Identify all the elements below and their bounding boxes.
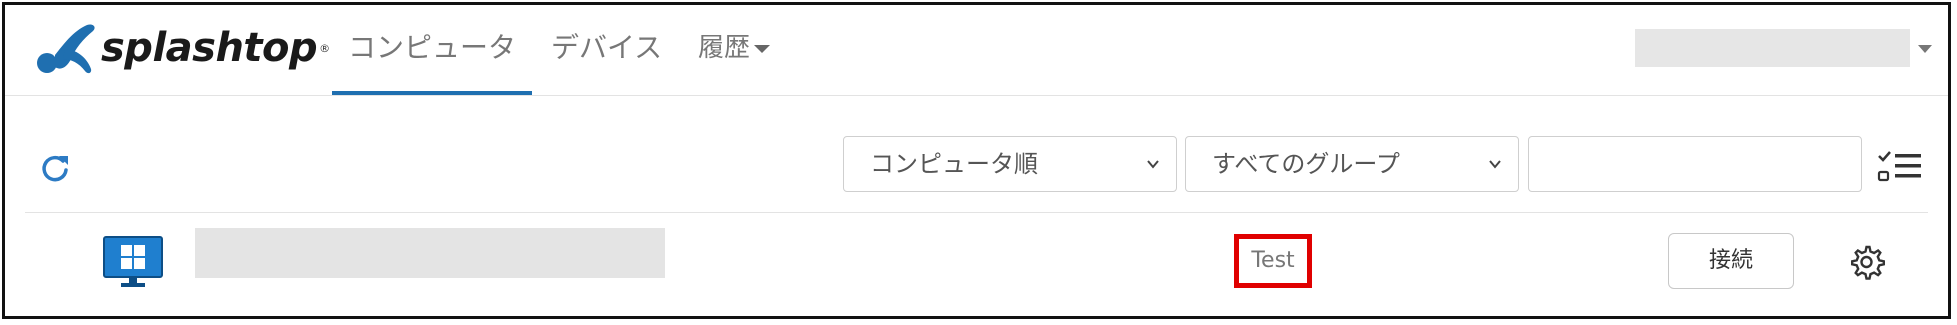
account-chevron-down-icon[interactable] (1918, 45, 1932, 53)
tab-history[interactable]: 履歴 (698, 5, 771, 95)
computer-name (195, 228, 665, 278)
tab-devices[interactable]: デバイス (551, 5, 662, 95)
chevron-down-icon (1147, 160, 1159, 169)
chevron-down-icon (1489, 160, 1501, 169)
chevron-down-icon (754, 44, 771, 53)
connect-button[interactable]: 接続 (1668, 233, 1794, 289)
windows-monitor-icon (103, 236, 163, 287)
tab-computers[interactable]: コンピュータ (332, 5, 532, 95)
account-menu[interactable] (1635, 29, 1910, 67)
sort-select[interactable]: コンピュータ順 (843, 136, 1177, 192)
tab-history-label: 履歴 (698, 33, 751, 63)
checklist-icon[interactable] (1877, 150, 1923, 182)
sort-select-value: コンピュータ順 (870, 150, 1038, 178)
brand-name: splashtop (101, 25, 318, 71)
search-input[interactable] (1528, 136, 1862, 192)
computer-tag-label: Test (1251, 248, 1295, 273)
computer-tag: Test (1234, 234, 1312, 288)
connect-button-label: 接続 (1708, 248, 1753, 273)
divider (25, 212, 1928, 213)
registered-mark: ® (319, 41, 331, 55)
group-select[interactable]: すべてのグループ (1185, 136, 1519, 192)
refresh-icon[interactable] (39, 152, 71, 184)
tab-devices-label: デバイス (551, 31, 663, 64)
splashtop-logo[interactable]: splashtop ® (35, 19, 330, 77)
app-window: splashtop ® コンピュータ デバイス 履歴 コンピュータ順 すべてのグ… (2, 2, 1951, 319)
top-navigation-bar: splashtop ® コンピュータ デバイス 履歴 (5, 5, 1948, 96)
group-select-value: すべてのグループ (1212, 150, 1400, 178)
gear-icon[interactable] (1850, 244, 1886, 280)
splashtop-logo-icon (37, 24, 95, 74)
tab-computers-label: コンピュータ (347, 31, 516, 64)
